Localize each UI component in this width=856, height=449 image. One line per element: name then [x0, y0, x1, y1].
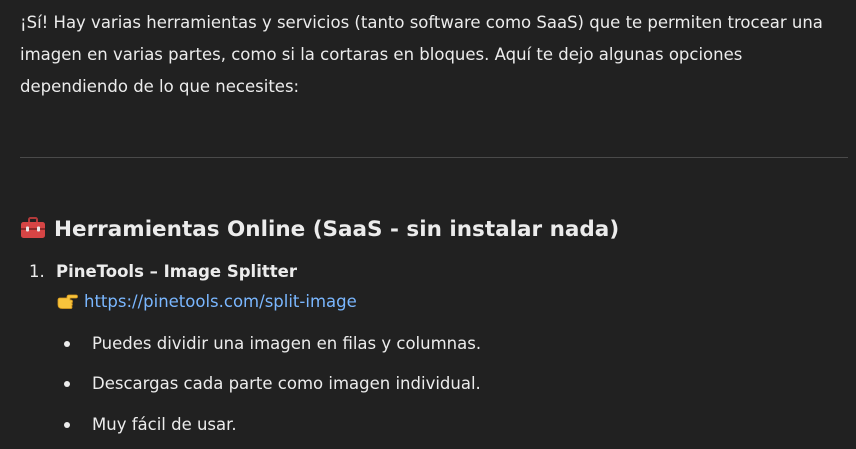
- intro-paragraph: ¡Sí! Hay varias herramientas y servicios…: [20, 13, 823, 96]
- link-row: https://pinetools.com/split-image: [56, 290, 357, 314]
- section-divider: [20, 157, 848, 158]
- list-item-number: 1.: [29, 262, 45, 281]
- bullet-text: Puedes dividir una imagen en filas y col…: [92, 334, 482, 353]
- section-title: Herramientas Online (SaaS - sin instalar…: [54, 217, 620, 242]
- bullet-text: Descargas cada parte como imagen individ…: [92, 374, 481, 393]
- bullet-text: Muy fácil de usar.: [92, 415, 237, 434]
- toolbox-icon: [20, 215, 46, 238]
- bullet-dot: [64, 422, 70, 428]
- list-item-title: PineTools – Image Splitter: [56, 262, 297, 281]
- bullet-dot: [64, 341, 70, 347]
- pointing-hand-icon: [56, 292, 78, 310]
- pinetools-link[interactable]: https://pinetools.com/split-image: [84, 292, 357, 311]
- bullet-dot: [64, 381, 70, 387]
- section-heading: Herramientas Online (SaaS - sin instalar…: [20, 212, 619, 248]
